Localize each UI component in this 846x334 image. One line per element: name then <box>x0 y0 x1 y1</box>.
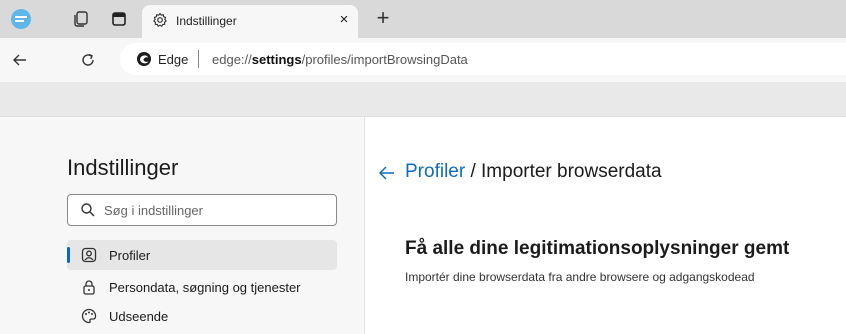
site-name: Edge <box>158 52 189 67</box>
sidebar-item-label: Persondata, søgning og tjenester <box>109 280 301 295</box>
workspaces-icon <box>74 11 88 27</box>
sidebar-item-label: Profiler <box>109 248 151 263</box>
url-path: /profiles/importBrowsingData <box>301 52 468 67</box>
search-icon <box>81 203 95 217</box>
section-description: Importér dine browserdata fra andre brow… <box>405 270 755 284</box>
navigation-bar: Edge edge://settings/profiles/importBrow… <box>0 38 846 82</box>
close-tab-button[interactable]: × <box>334 10 354 30</box>
new-tab-button[interactable]: + <box>370 6 396 32</box>
back-arrow-icon <box>13 54 26 66</box>
tab-strip: Indstillinger × + <box>0 0 846 38</box>
profile-icon <box>81 247 97 263</box>
profile-avatar-button[interactable] <box>8 6 34 32</box>
edge-logo-icon <box>137 52 151 66</box>
tab-settings[interactable]: Indstillinger × <box>142 5 358 38</box>
back-button[interactable] <box>7 47 33 73</box>
page-title: / Importer browserdata <box>465 161 662 182</box>
tab-actions-icon <box>112 12 126 26</box>
palette-icon <box>81 308 97 324</box>
address-url[interactable]: edge://settings/profiles/importBrowsingD… <box>212 52 468 67</box>
refresh-icon <box>82 53 94 66</box>
sidebar-item-profiles[interactable]: Profiler <box>67 240 337 270</box>
settings-sidebar: Indstillinger Søg i indstillinger Profil… <box>0 117 365 334</box>
search-placeholder: Søg i indstillinger <box>104 203 203 218</box>
refresh-button[interactable] <box>75 47 101 73</box>
tab-actions-button[interactable] <box>106 6 132 32</box>
sidebar-title: Indstillinger <box>67 155 179 180</box>
workspaces-button[interactable] <box>68 6 94 32</box>
main-content: Profiler / Importer browserdata Få alle … <box>365 117 846 334</box>
lock-icon <box>83 280 95 295</box>
tab-title: Indstillinger <box>176 14 237 28</box>
address-separator <box>198 50 199 68</box>
url-scheme: edge:// <box>212 52 252 67</box>
breadcrumb: Profiler / Importer browserdata <box>405 161 662 183</box>
back-arrow-icon[interactable] <box>377 163 397 183</box>
search-input[interactable]: Søg i indstillinger <box>67 194 337 226</box>
breadcrumb-link-profiles[interactable]: Profiler <box>405 161 465 182</box>
sidebar-item-privacy[interactable]: Persondata, søgning og tjenester <box>67 272 337 302</box>
url-host: settings <box>251 52 302 67</box>
section-heading: Få alle dine legitimationsoplysninger ge… <box>405 238 790 259</box>
address-bar[interactable]: Edge edge://settings/profiles/importBrow… <box>120 43 846 75</box>
sidebar-item-appearance[interactable]: Udseende <box>67 301 337 331</box>
profile-avatar-icon <box>11 9 31 29</box>
active-indicator <box>67 247 70 263</box>
sidebar-item-label: Udseende <box>109 309 169 324</box>
toolbar-band <box>0 82 846 116</box>
gear-icon <box>153 12 167 27</box>
